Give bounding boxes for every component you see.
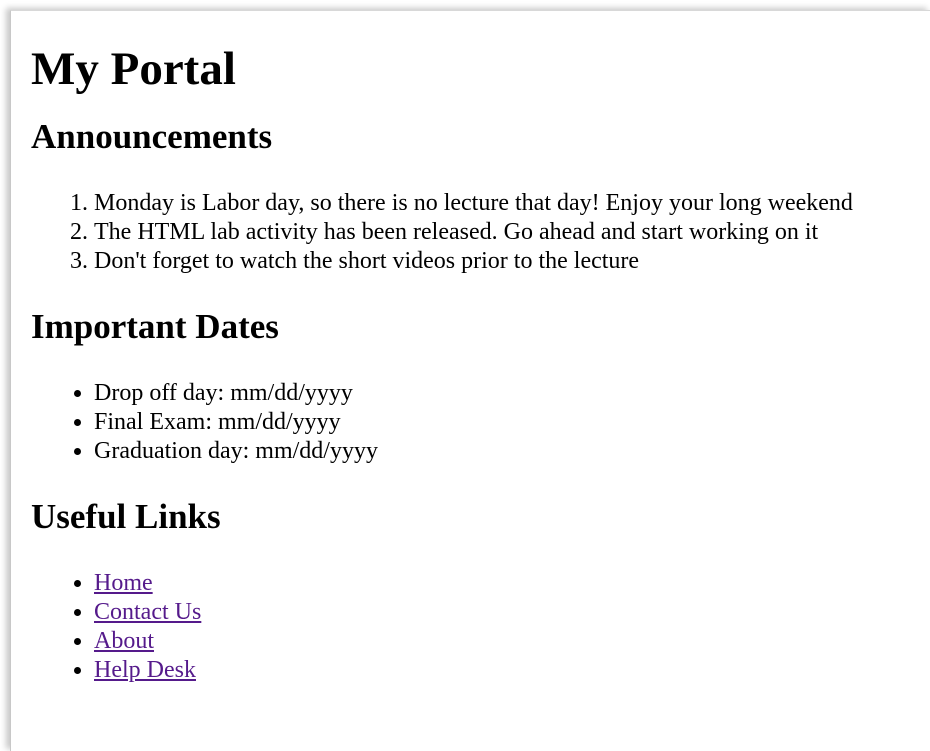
important-dates-list: Drop off day: mm/dd/yyyy Final Exam: mm/…: [31, 379, 930, 466]
date-item: Final Exam: mm/dd/yyyy: [94, 408, 930, 437]
help-desk-link[interactable]: Help Desk: [94, 657, 196, 683]
important-dates-heading: Important Dates: [31, 307, 279, 346]
link-item: About: [94, 627, 930, 656]
announcements-list: Monday is Labor day, so there is no lect…: [31, 189, 930, 276]
announcement-item: Don't forget to watch the short videos p…: [94, 247, 930, 276]
announcement-item: Monday is Labor day, so there is no lect…: [94, 189, 930, 218]
link-item: Help Desk: [94, 656, 930, 685]
announcement-item: The HTML lab activity has been released.…: [94, 218, 930, 247]
home-link[interactable]: Home: [94, 570, 153, 596]
useful-links-list: Home Contact Us About Help Desk: [31, 569, 930, 685]
about-link[interactable]: About: [94, 628, 154, 654]
useful-links-heading: Useful Links: [31, 497, 221, 536]
date-item: Drop off day: mm/dd/yyyy: [94, 379, 930, 408]
page-content: My Portal Announcements Monday is Labor …: [31, 11, 930, 685]
link-item: Contact Us: [94, 598, 930, 627]
announcements-heading: Announcements: [31, 117, 273, 156]
date-item: Graduation day: mm/dd/yyyy: [94, 437, 930, 466]
contact-us-link[interactable]: Contact Us: [94, 599, 201, 625]
link-item: Home: [94, 569, 930, 598]
page-title: My Portal: [31, 43, 236, 95]
browser-page-frame: My Portal Announcements Monday is Labor …: [10, 10, 930, 751]
